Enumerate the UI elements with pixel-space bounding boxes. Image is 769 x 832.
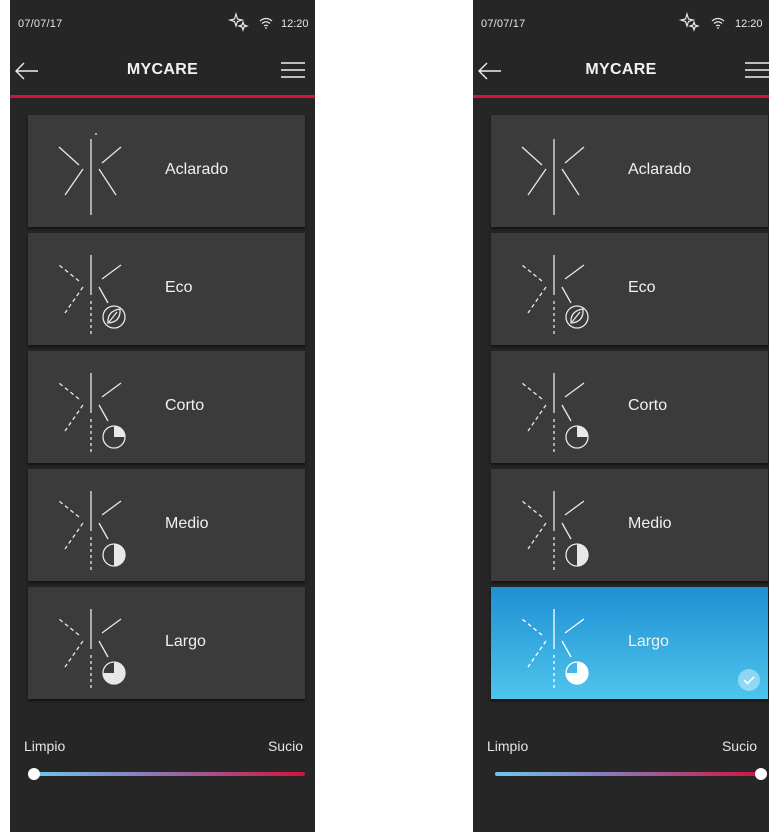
clock-quarter-icon bbox=[58, 373, 126, 453]
sparkle-icon bbox=[228, 12, 249, 32]
rinse-icon bbox=[58, 133, 122, 215]
app-header: MYCARE bbox=[10, 50, 315, 97]
program-label: Largo bbox=[165, 633, 206, 650]
program-label: Largo bbox=[628, 633, 669, 650]
program-card-largo-selected[interactable]: Largo bbox=[491, 587, 768, 699]
hamburger-menu-icon[interactable] bbox=[745, 60, 769, 80]
program-label: Aclarado bbox=[628, 161, 692, 178]
program-label: Medio bbox=[165, 515, 209, 532]
program-card-corto[interactable]: Corto bbox=[491, 351, 768, 463]
header-divider bbox=[473, 95, 769, 98]
app-header: MYCARE bbox=[473, 50, 769, 97]
slider-min-label: Limpio bbox=[24, 738, 66, 754]
app-title: MYCARE bbox=[126, 61, 199, 78]
wifi-icon bbox=[259, 17, 273, 29]
wifi-icon bbox=[711, 17, 725, 29]
clock-three-quarter-icon bbox=[58, 609, 126, 689]
header-divider bbox=[10, 95, 315, 98]
slider-max-label: Sucio bbox=[721, 738, 757, 754]
status-date: 07/07/17 bbox=[18, 18, 63, 30]
program-card-aclarado[interactable]: Aclarado bbox=[491, 115, 768, 227]
eco-leaf-icon bbox=[521, 255, 589, 335]
program-label: Corto bbox=[628, 397, 668, 414]
program-card-medio[interactable]: Medio bbox=[491, 469, 768, 581]
slider-min-label: Limpio bbox=[487, 738, 529, 754]
clock-half-icon bbox=[58, 491, 126, 571]
clock-quarter-icon bbox=[521, 373, 589, 453]
program-card-aclarado[interactable]: Aclarado bbox=[28, 115, 305, 227]
phone-screen-right: 07/07/17 12:20 MYCARE Aclarado Eco Corto… bbox=[473, 0, 769, 832]
rinse-icon bbox=[521, 139, 585, 215]
hamburger-menu-icon[interactable] bbox=[281, 60, 305, 80]
program-card-corto[interactable]: Corto bbox=[28, 351, 305, 463]
slider-max-label: Sucio bbox=[267, 738, 303, 754]
program-label: Medio bbox=[628, 515, 672, 532]
app-title: MYCARE bbox=[585, 61, 657, 78]
program-card-eco[interactable]: Eco bbox=[28, 233, 305, 345]
eco-leaf-icon bbox=[58, 255, 126, 335]
soil-slider-knob[interactable] bbox=[755, 768, 767, 780]
clock-half-icon bbox=[521, 491, 589, 571]
program-label: Eco bbox=[628, 279, 656, 296]
soil-slider-knob[interactable] bbox=[28, 768, 40, 780]
program-card-largo[interactable]: Largo bbox=[28, 587, 305, 699]
soil-slider-track[interactable] bbox=[32, 772, 305, 776]
program-label: Eco bbox=[165, 279, 193, 296]
phone-screen-left: 07/07/17 12:20 MYCARE Aclarado Eco Corto… bbox=[10, 0, 315, 832]
clock-three-quarter-icon bbox=[521, 609, 589, 689]
program-label: Aclarado bbox=[165, 161, 229, 178]
status-bar: 07/07/17 12:20 bbox=[473, 0, 769, 50]
soil-slider-track[interactable] bbox=[495, 772, 761, 776]
sparkle-icon bbox=[679, 12, 700, 32]
status-time: 12:20 bbox=[281, 18, 309, 30]
program-label: Corto bbox=[165, 397, 205, 414]
status-time: 12:20 bbox=[735, 18, 763, 30]
selected-check-icon bbox=[738, 669, 760, 691]
status-date: 07/07/17 bbox=[481, 18, 526, 30]
status-bar: 07/07/17 12:20 bbox=[10, 0, 315, 50]
program-card-eco[interactable]: Eco bbox=[491, 233, 768, 345]
program-card-medio[interactable]: Medio bbox=[28, 469, 305, 581]
